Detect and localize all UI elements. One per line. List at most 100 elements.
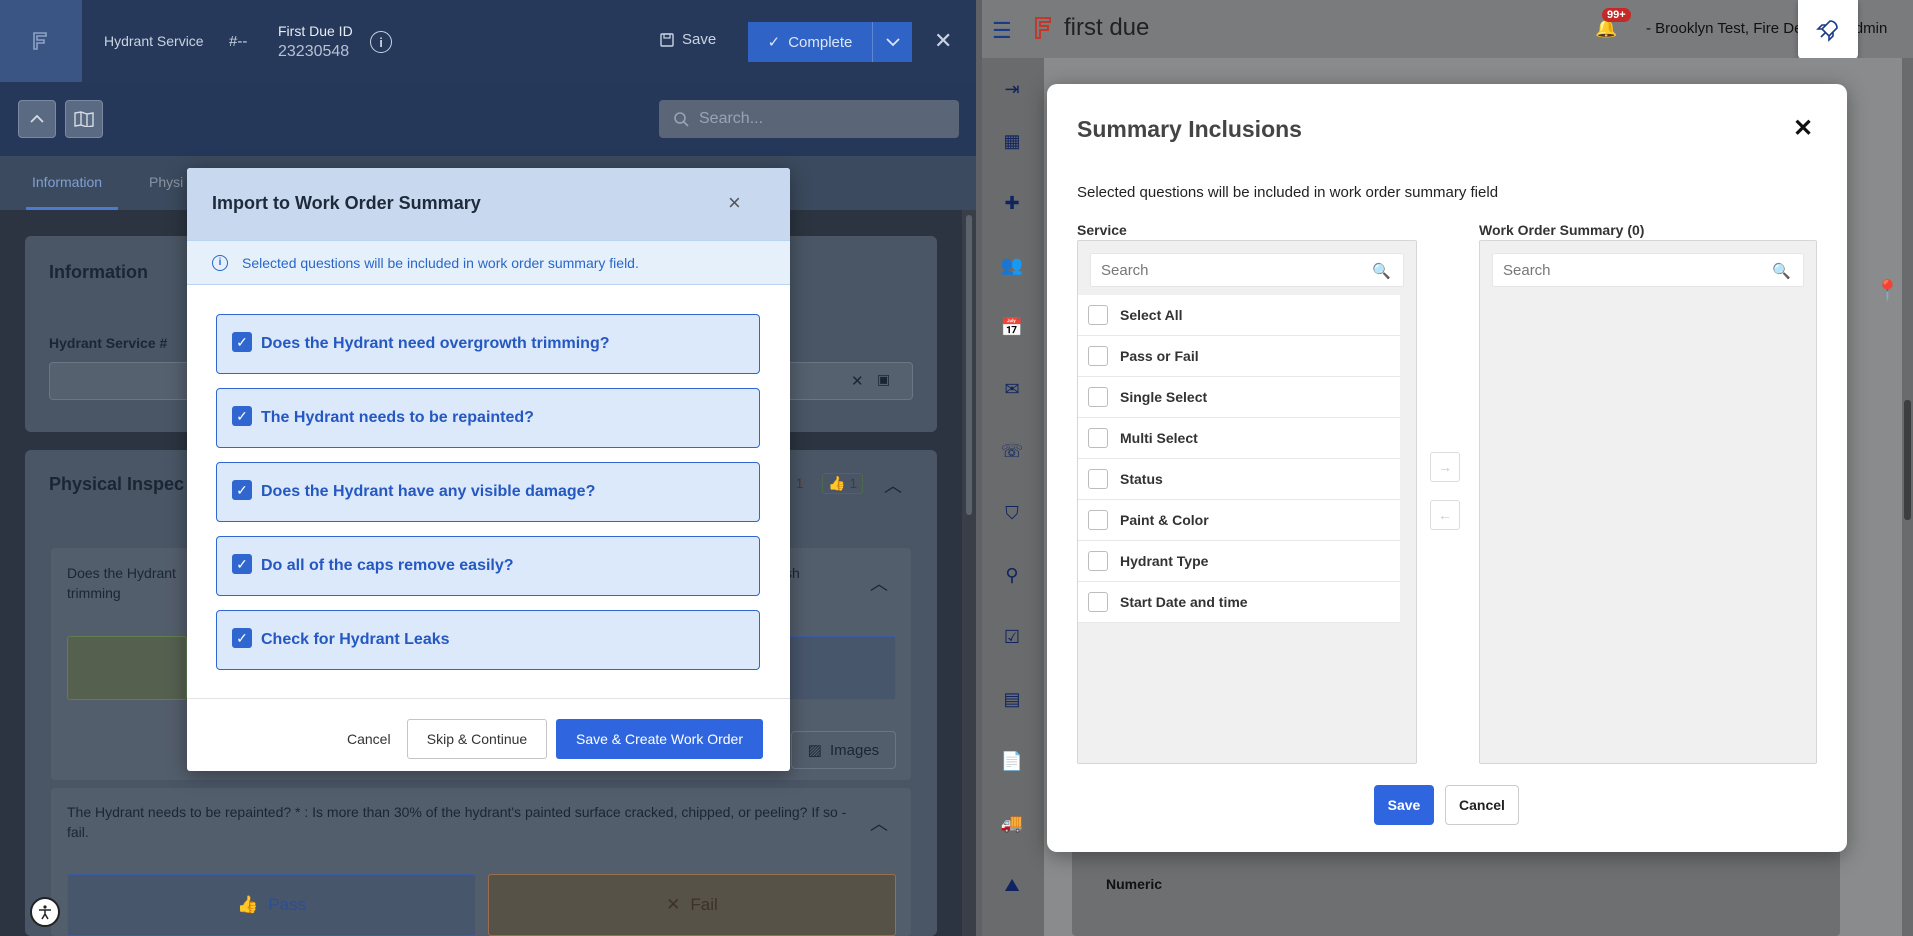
checkbox[interactable] bbox=[1088, 305, 1108, 325]
save-icon bbox=[660, 32, 674, 47]
save-button[interactable]: Save bbox=[660, 31, 716, 48]
brand-logo: first due bbox=[1032, 14, 1149, 42]
app-logo-icon[interactable] bbox=[0, 0, 82, 82]
import-info-banner: i Selected questions will be included in… bbox=[187, 240, 790, 285]
sidebar-dashboard-icon[interactable]: ▦ bbox=[999, 128, 1025, 154]
sidebar-calendar-icon[interactable]: 📅 bbox=[999, 314, 1025, 340]
checkbox[interactable] bbox=[1088, 510, 1108, 530]
checkbox-checked-icon[interactable]: ✓ bbox=[232, 332, 252, 352]
list-item[interactable]: Single Select bbox=[1078, 377, 1400, 418]
chevron-down-icon bbox=[885, 38, 900, 47]
list-item[interactable]: Start Date and time bbox=[1078, 582, 1400, 623]
skip-continue-button[interactable]: Skip & Continue bbox=[407, 719, 547, 759]
sidebar-hydrant-icon[interactable]: ⚲ bbox=[999, 562, 1025, 588]
import-item-label: Do all of the caps remove easily? bbox=[261, 557, 514, 574]
import-item[interactable]: ✓ Check for Hydrant Leaks bbox=[216, 610, 760, 670]
notification-badge: 99+ bbox=[1602, 8, 1631, 22]
first-due-logo-icon bbox=[1035, 17, 1051, 39]
checkbox-checked-icon[interactable]: ✓ bbox=[232, 406, 252, 426]
right-scrollbar-thumb[interactable] bbox=[1904, 400, 1911, 520]
question-2-collapse-icon[interactable]: ︿ bbox=[870, 810, 888, 836]
checkbox[interactable] bbox=[1088, 346, 1108, 366]
accessibility-button[interactable] bbox=[30, 897, 60, 927]
move-right-button[interactable]: → bbox=[1430, 452, 1460, 482]
sidebar-map-icon[interactable]: ⛉ bbox=[999, 500, 1025, 526]
import-item-label: Does the Hydrant need overgrowth trimmin… bbox=[261, 335, 610, 352]
question-2-fail-button[interactable]: ✕ Fail bbox=[488, 874, 896, 936]
move-left-button[interactable]: ← bbox=[1430, 500, 1460, 530]
service-search-input[interactable]: Search 🔍 bbox=[1090, 253, 1404, 287]
list-item[interactable]: Status bbox=[1078, 459, 1400, 500]
list-item[interactable]: Pass or Fail bbox=[1078, 336, 1400, 377]
calendar-icon[interactable]: ▣ bbox=[877, 371, 890, 388]
sidebar-truck-icon[interactable]: 🚚 bbox=[999, 810, 1025, 836]
chevron-up-icon[interactable]: ︿ bbox=[884, 472, 902, 498]
close-icon[interactable]: × bbox=[728, 190, 741, 216]
import-modal-title: Import to Work Order Summary bbox=[212, 193, 481, 213]
list-item[interactable]: Hydrant Type bbox=[1078, 541, 1400, 582]
checkbox[interactable] bbox=[1088, 428, 1108, 448]
sidebar-checklist-icon[interactable]: ☑ bbox=[999, 624, 1025, 650]
left-search-input[interactable]: Search... bbox=[659, 100, 959, 138]
rocket-icon bbox=[1816, 20, 1838, 42]
checkbox[interactable] bbox=[1088, 469, 1108, 489]
save-create-work-order-button[interactable]: Save & Create Work Order bbox=[556, 719, 763, 759]
clear-icon[interactable]: ✕ bbox=[851, 372, 864, 390]
checkbox[interactable] bbox=[1088, 551, 1108, 571]
question-2-pass-button[interactable]: 👍 Pass bbox=[67, 874, 476, 936]
chevron-up-icon bbox=[30, 114, 44, 123]
import-modal-footer: Cancel Skip & Continue Save & Create Wor… bbox=[187, 698, 790, 771]
hamburger-menu-icon[interactable]: ☰ bbox=[992, 18, 1012, 44]
tab-physical[interactable]: Physi bbox=[149, 174, 183, 190]
summary-save-button[interactable]: Save bbox=[1374, 785, 1434, 825]
form-title: Hydrant Service bbox=[104, 33, 204, 49]
info-icon[interactable]: i bbox=[370, 31, 392, 53]
information-heading: Information bbox=[49, 262, 148, 282]
checkbox-checked-icon[interactable]: ✓ bbox=[232, 554, 252, 574]
checkbox[interactable] bbox=[1088, 592, 1108, 612]
form-number: #-- bbox=[229, 33, 248, 50]
question-1-fail-button[interactable] bbox=[785, 636, 896, 700]
image-icon: ▨ bbox=[807, 742, 822, 759]
rocket-launch-button[interactable] bbox=[1798, 0, 1858, 60]
collapse-up-button[interactable] bbox=[18, 100, 56, 138]
sidebar-expand-icon[interactable]: ⇥ bbox=[999, 76, 1025, 102]
sidebar-document-icon[interactable]: 📄 bbox=[999, 748, 1025, 774]
complete-button[interactable]: ✓ Complete bbox=[748, 22, 872, 62]
sidebar-chart-icon[interactable]: ⛰ bbox=[999, 872, 1025, 898]
checkbox[interactable] bbox=[1088, 387, 1108, 407]
import-cancel-button[interactable]: Cancel bbox=[333, 719, 405, 759]
list-item[interactable]: Select All bbox=[1078, 295, 1400, 336]
checkbox-checked-icon[interactable]: ✓ bbox=[232, 628, 252, 648]
sidebar-schedule-icon[interactable]: ▤ bbox=[999, 686, 1025, 712]
sidebar-mail-icon[interactable]: ✉ bbox=[999, 376, 1025, 402]
import-item[interactable]: ✓ Does the Hydrant have any visible dama… bbox=[216, 462, 760, 522]
location-pin-icon[interactable]: 📍 bbox=[1875, 278, 1900, 303]
work-order-search-input[interactable]: Search 🔍 bbox=[1492, 253, 1804, 287]
import-item[interactable]: ✓ Do all of the caps remove easily? bbox=[216, 536, 760, 596]
summary-modal-title: Summary Inclusions bbox=[1077, 116, 1302, 142]
close-icon[interactable]: ✕ bbox=[934, 28, 952, 54]
close-icon[interactable]: ✕ bbox=[1793, 114, 1813, 143]
import-item[interactable]: ✓ The Hydrant needs to be repainted? bbox=[216, 388, 760, 448]
sidebar-users-icon[interactable]: 👥 bbox=[999, 252, 1025, 278]
images-button[interactable]: ▨ Images bbox=[791, 731, 896, 769]
question-2-text: The Hydrant needs to be repainted? * : I… bbox=[67, 804, 847, 840]
left-search-placeholder: Search... bbox=[699, 110, 764, 127]
tab-information[interactable]: Information bbox=[32, 174, 102, 190]
sidebar-add-icon[interactable]: ✚ bbox=[999, 190, 1025, 216]
import-item-label: Check for Hydrant Leaks bbox=[261, 631, 450, 648]
left-scrollbar-thumb[interactable] bbox=[966, 215, 972, 515]
question-1-collapse-icon[interactable]: ︿ bbox=[870, 570, 888, 596]
list-item[interactable]: Paint & Color bbox=[1078, 500, 1400, 541]
import-item[interactable]: ✓ Does the Hydrant need overgrowth trimm… bbox=[216, 314, 760, 374]
map-button[interactable] bbox=[65, 100, 103, 138]
list-item[interactable]: Multi Select bbox=[1078, 418, 1400, 459]
question-1-pass-button[interactable] bbox=[67, 636, 187, 700]
summary-cancel-button[interactable]: Cancel bbox=[1445, 785, 1519, 825]
check-icon: ✓ bbox=[767, 34, 781, 51]
sidebar-phone-icon[interactable]: ☏ bbox=[999, 438, 1025, 464]
checkbox-checked-icon[interactable]: ✓ bbox=[232, 480, 252, 500]
brand-name: first due bbox=[1064, 14, 1150, 41]
complete-dropdown-button[interactable] bbox=[872, 22, 912, 62]
